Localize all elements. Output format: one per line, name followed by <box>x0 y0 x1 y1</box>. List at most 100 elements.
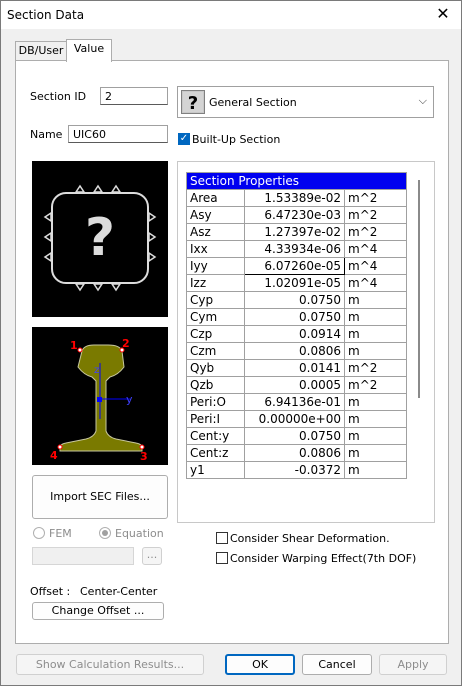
property-row[interactable]: Czp 0.0914 m <box>186 325 407 343</box>
equation-label: Equation <box>115 527 164 540</box>
property-value[interactable]: 6.94136e-01 <box>244 393 345 411</box>
property-unit: m^4 <box>344 274 407 292</box>
property-row[interactable]: Peri:O 6.94136e-01 m <box>186 393 407 411</box>
offset-value: Center-Center <box>80 585 158 598</box>
property-row[interactable]: Cym 0.0750 m <box>186 308 407 326</box>
built-up-label: Built-Up Section <box>192 133 281 146</box>
property-unit: m <box>344 444 407 462</box>
property-value[interactable]: 0.0750 <box>244 427 345 445</box>
property-row[interactable]: Iyy 6.07260e-05 m^4 <box>186 257 407 275</box>
property-row[interactable]: Area 1.53389e-02 m^2 <box>186 189 407 207</box>
property-name: Asz <box>186 223 245 241</box>
property-row[interactable]: Cyp 0.0750 m <box>186 291 407 309</box>
section-data-dialog: Section Data ✕ DB/User Value Section ID … <box>0 0 462 686</box>
property-value[interactable]: 6.47230e-03 <box>244 206 345 224</box>
property-row[interactable]: Asz 1.27397e-02 m^2 <box>186 223 407 241</box>
point-1-label: 1 <box>70 339 78 352</box>
property-name: Czm <box>186 342 245 360</box>
name-input[interactable]: UIC60 <box>68 125 168 143</box>
property-value[interactable]: 0.0141 <box>244 359 345 377</box>
property-row[interactable]: Ixx 4.33934e-06 m^4 <box>186 240 407 258</box>
property-unit: m <box>344 393 407 411</box>
property-row[interactable]: Qyb 0.0141 m^2 <box>186 359 407 377</box>
property-name: Area <box>186 189 245 207</box>
tab-value[interactable]: Value <box>66 39 112 62</box>
property-value[interactable]: 1.27397e-02 <box>244 223 345 241</box>
shear-deformation-label: Consider Shear Deformation. <box>230 532 390 545</box>
properties-scrollbar[interactable] <box>414 172 424 517</box>
property-value[interactable]: 0.0750 <box>244 308 345 326</box>
property-unit: m^2 <box>344 223 407 241</box>
property-unit: m <box>344 461 407 479</box>
property-value[interactable]: 1.53389e-02 <box>244 189 345 207</box>
property-unit: m^4 <box>344 240 407 258</box>
property-unit: m^2 <box>344 206 407 224</box>
property-name: Cent:z <box>186 444 245 462</box>
property-row[interactable]: Cent:z 0.0806 m <box>186 444 407 462</box>
property-name: Cent:y <box>186 427 245 445</box>
name-label: Name <box>30 128 63 141</box>
show-calculation-results-button: Show Calculation Results... <box>16 654 204 675</box>
fem-radio[interactable] <box>33 527 45 539</box>
scrollbar-thumb[interactable] <box>418 180 420 398</box>
property-row[interactable]: Cent:y 0.0750 m <box>186 427 407 445</box>
svg-text:?: ? <box>188 93 198 113</box>
window-title: Section Data <box>7 8 85 22</box>
section-type-dropdown[interactable]: ? General Section ⌵ <box>177 86 434 118</box>
property-value[interactable]: 0.0750 <box>244 291 345 309</box>
warping-effect-checkbox[interactable] <box>216 552 228 564</box>
property-value[interactable]: 6.07260e-05 <box>244 257 345 275</box>
property-value[interactable]: 1.02091e-05 <box>244 274 345 292</box>
property-unit: m <box>344 427 407 445</box>
rail-section-preview: 1 2 3 4 z y <box>32 327 168 465</box>
property-row[interactable]: Izz 1.02091e-05 m^4 <box>186 274 407 292</box>
question-mark-icon: ? <box>181 90 205 114</box>
property-value[interactable]: 0.00000e+00 <box>244 410 345 428</box>
equation-radio[interactable] <box>99 527 111 539</box>
section-properties-grid[interactable]: Section Properties Area 1.53389e-02 m^2 Asy… <box>177 161 435 523</box>
chevron-down-icon: ⌵ <box>418 94 427 107</box>
apply-button: Apply <box>379 654 447 675</box>
property-name: Asy <box>186 206 245 224</box>
property-unit: m <box>344 308 407 326</box>
property-value[interactable]: 0.0005 <box>244 376 345 394</box>
y-axis-label: y <box>126 393 133 406</box>
property-name: y1 <box>186 461 245 479</box>
import-sec-files-button[interactable]: Import SEC Files... <box>32 475 168 519</box>
property-value[interactable]: 0.0806 <box>244 342 345 360</box>
property-row[interactable]: Qzb 0.0005 m^2 <box>186 376 407 394</box>
rail-shape-drawing: 1 2 3 4 z y <box>50 337 148 463</box>
properties-table: Section Properties Area 1.53389e-02 m^2 Asy… <box>186 172 407 479</box>
property-row[interactable]: Asy 6.47230e-03 m^2 <box>186 206 407 224</box>
property-value[interactable]: -0.0372 <box>244 461 345 479</box>
property-unit: m^2 <box>344 189 407 207</box>
offset-label: Offset : <box>30 585 71 598</box>
property-name: Qzb <box>186 376 245 394</box>
property-unit: m <box>344 291 407 309</box>
property-row[interactable]: y1 -0.0372 m <box>186 461 407 479</box>
section-id-label: Section ID <box>30 90 87 103</box>
point-4-label: 4 <box>50 449 58 462</box>
section-icon-image: ? <box>32 161 168 317</box>
shear-deformation-checkbox[interactable] <box>216 532 228 544</box>
property-value[interactable]: 0.0806 <box>244 444 345 462</box>
unknown-section-icon: ? <box>43 184 157 292</box>
point-2-label: 2 <box>122 337 130 350</box>
sec-file-path-field <box>32 547 134 565</box>
property-value[interactable]: 4.33934e-06 <box>244 240 345 258</box>
ok-button[interactable]: OK <box>225 654 295 675</box>
fem-label: FEM <box>49 527 72 540</box>
property-unit: m^2 <box>344 376 407 394</box>
property-row[interactable]: Peri:I 0.00000e+00 m <box>186 410 407 428</box>
property-value[interactable]: 0.0914 <box>244 325 345 343</box>
properties-header: Section Properties <box>186 172 407 190</box>
tab-db-user[interactable]: DB/User <box>15 41 67 61</box>
property-name: Qyb <box>186 359 245 377</box>
property-row[interactable]: Czm 0.0806 m <box>186 342 407 360</box>
change-offset-button[interactable]: Change Offset ... <box>32 602 164 620</box>
section-id-input[interactable]: 2 <box>100 87 168 105</box>
built-up-checkbox[interactable]: ✓ <box>178 133 190 145</box>
cancel-button[interactable]: Cancel <box>302 654 372 675</box>
close-icon[interactable]: ✕ <box>431 3 455 25</box>
point-3-label: 3 <box>140 450 148 463</box>
